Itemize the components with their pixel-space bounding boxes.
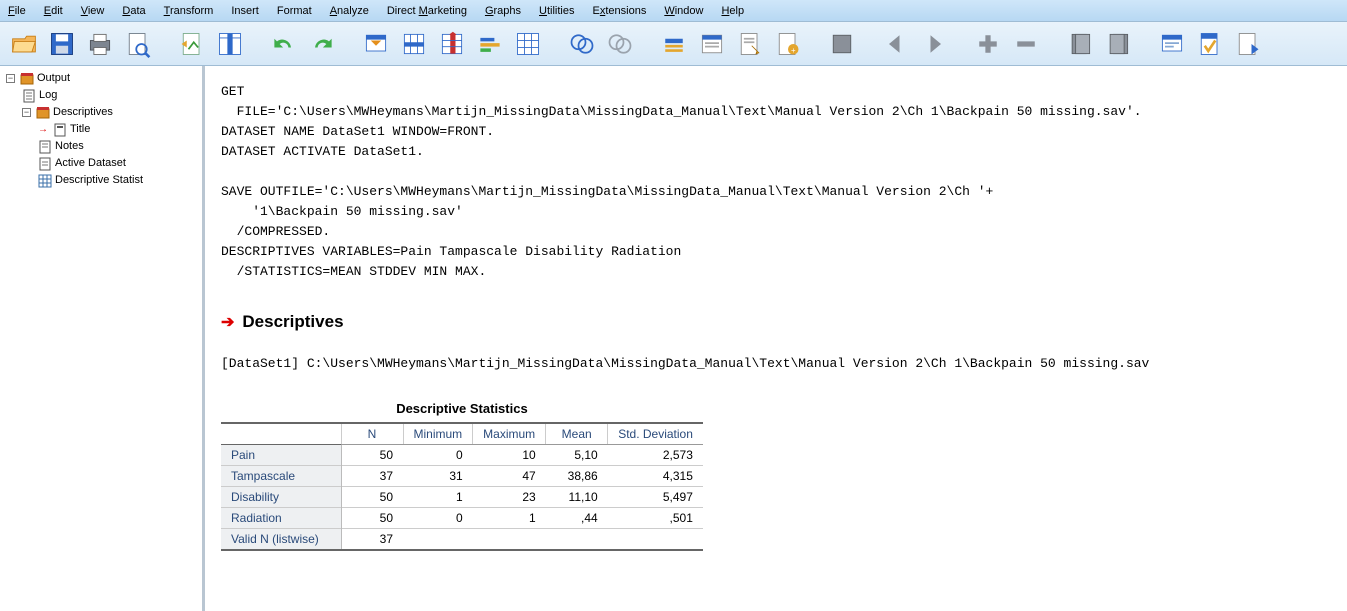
menu-format[interactable]: Format: [277, 5, 312, 17]
tree-label: Notes: [55, 138, 84, 155]
toolbar-dialog-recall-icon[interactable]: [360, 28, 392, 60]
tree-label: Descriptive Statist: [55, 172, 143, 189]
tree-active-dataset[interactable]: Active Dataset: [38, 155, 200, 172]
col-max: Maximum: [473, 423, 546, 445]
descriptive-statistics-table: Descriptive Statistics N Minimum Maximum…: [221, 401, 703, 551]
toolbar-selection-disabled-icon[interactable]: [604, 28, 636, 60]
menu-extensions[interactable]: Extensions: [593, 5, 647, 17]
toolbar-goto-variable-icon[interactable]: [436, 28, 468, 60]
toolbar-insert-title-icon[interactable]: [696, 28, 728, 60]
toolbar-export-icon[interactable]: [176, 28, 208, 60]
table-row: Valid N (listwise)37: [221, 529, 703, 551]
menu-help[interactable]: Help: [721, 5, 744, 17]
toolbar-expand-icon[interactable]: [1102, 28, 1134, 60]
tree-label: Log: [39, 87, 57, 104]
table-row: Disability5012311,105,497: [221, 487, 703, 508]
toolbar-goto-case-icon[interactable]: [398, 28, 430, 60]
toolbar-back-icon[interactable]: [880, 28, 912, 60]
menu-transform[interactable]: Transform: [164, 5, 214, 17]
toolbar-print-preview-icon[interactable]: [122, 28, 154, 60]
menu-file[interactable]: File: [8, 5, 26, 17]
toolbar-run-pending-icon[interactable]: [826, 28, 858, 60]
toolbar-goto-data-icon[interactable]: [214, 28, 246, 60]
tree-output[interactable]: − Output: [6, 70, 200, 87]
menu-bar: File Edit View Data Transform Insert For…: [0, 0, 1347, 22]
syntax-log: GET FILE='C:\Users\MWHeymans\Martijn_Mis…: [221, 82, 1331, 282]
toolbar-select-icon[interactable]: [566, 28, 598, 60]
tree-notes[interactable]: Notes: [38, 138, 200, 155]
tree-log[interactable]: Log: [22, 87, 200, 104]
tree-label: Title: [70, 121, 90, 138]
toolbar-insert-cases-icon[interactable]: [512, 28, 544, 60]
toolbar-insert-text-icon[interactable]: [734, 28, 766, 60]
arrow-right-icon: ➔: [221, 312, 234, 332]
collapse-icon[interactable]: −: [6, 74, 15, 83]
toolbar-designate-icon[interactable]: [1156, 28, 1188, 60]
menu-window[interactable]: Window: [664, 5, 703, 17]
menu-direct-marketing[interactable]: Direct Marketing: [387, 5, 467, 17]
toolbar-insert-new-text-icon[interactable]: +: [772, 28, 804, 60]
outline-tree[interactable]: − Output Log − Descriptives: [0, 66, 205, 611]
toolbar-variables-icon[interactable]: [474, 28, 506, 60]
dataset-path: [DataSet1] C:\Users\MWHeymans\Martijn_Mi…: [221, 356, 1331, 371]
toolbar-collapse-icon[interactable]: [1064, 28, 1096, 60]
col-min: Minimum: [403, 423, 473, 445]
section-heading-descriptives: ➔ Descriptives: [221, 312, 1331, 332]
tree-title[interactable]: → Title: [38, 121, 200, 138]
toolbar-remove-icon[interactable]: [1010, 28, 1042, 60]
menu-data[interactable]: Data: [122, 5, 145, 17]
table-caption: Descriptive Statistics: [221, 401, 703, 422]
menu-graphs[interactable]: Graphs: [485, 5, 521, 17]
toolbar-insert-heading-icon[interactable]: [658, 28, 690, 60]
menu-view[interactable]: View: [81, 5, 105, 17]
tree-label: Descriptives: [53, 104, 113, 121]
menu-analyze[interactable]: Analyze: [330, 5, 369, 17]
col-n: N: [341, 423, 403, 445]
toolbar-forward-icon[interactable]: [918, 28, 950, 60]
toolbar-save-icon[interactable]: [46, 28, 78, 60]
toolbar-undo-icon[interactable]: [268, 28, 300, 60]
svg-text:+: +: [791, 45, 796, 54]
collapse-icon[interactable]: −: [22, 108, 31, 117]
toolbar-open-icon[interactable]: [8, 28, 40, 60]
menu-edit[interactable]: Edit: [44, 5, 63, 17]
table-row: Radiation5001,44,501: [221, 508, 703, 529]
toolbar-run-script-icon[interactable]: [1232, 28, 1264, 60]
menu-insert[interactable]: Insert: [231, 5, 259, 17]
tree-label: Output: [37, 70, 70, 87]
tree-descriptive-statistics[interactable]: Descriptive Statist: [38, 172, 200, 189]
output-viewer[interactable]: GET FILE='C:\Users\MWHeymans\Martijn_Mis…: [205, 66, 1347, 611]
toolbar-print-icon[interactable]: [84, 28, 116, 60]
col-std: Std. Deviation: [608, 423, 703, 445]
toolbar-add-icon[interactable]: [972, 28, 1004, 60]
table-row: Tampascale37314738,864,315: [221, 466, 703, 487]
tree-descriptives[interactable]: − Descriptives: [22, 104, 200, 121]
tree-label: Active Dataset: [55, 155, 126, 172]
table-row: Pain500105,102,573: [221, 445, 703, 466]
toolbar-redo-icon[interactable]: [306, 28, 338, 60]
toolbar-script-icon[interactable]: [1194, 28, 1226, 60]
col-mean: Mean: [546, 423, 608, 445]
active-marker-icon: →: [38, 121, 48, 138]
menu-utilities[interactable]: Utilities: [539, 5, 574, 17]
toolbar: +: [0, 22, 1347, 66]
